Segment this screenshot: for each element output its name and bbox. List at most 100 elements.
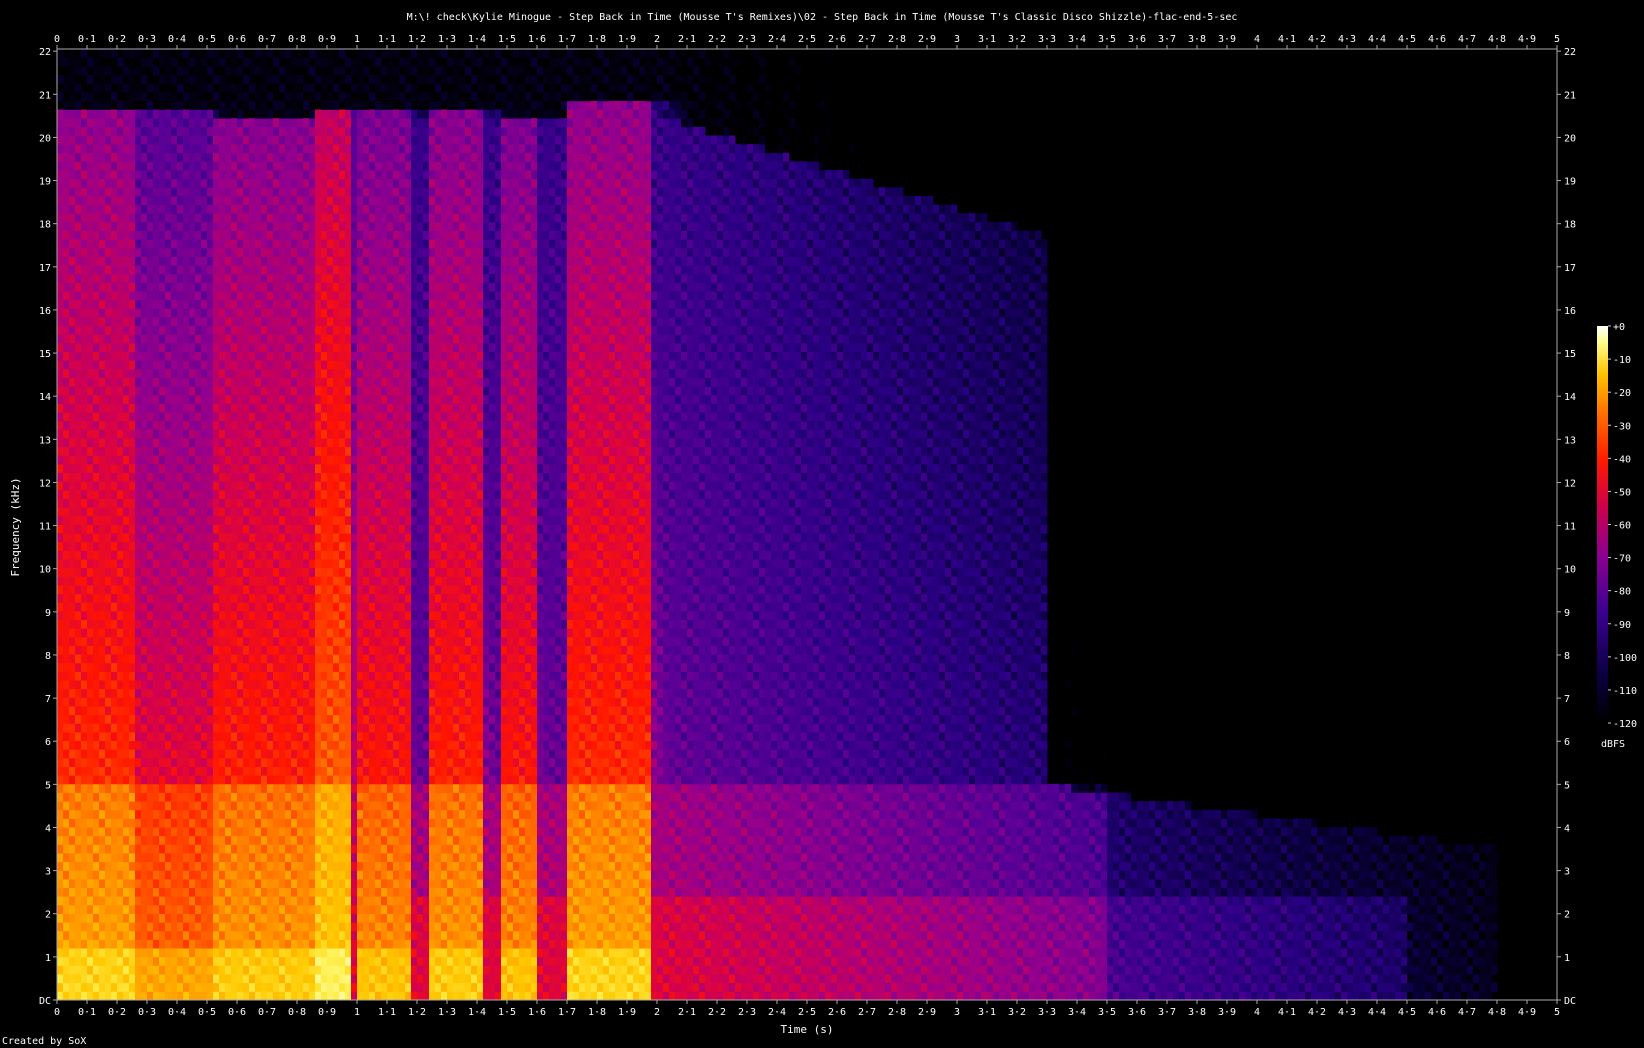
heatmap-cell — [213, 481, 220, 491]
heatmap-cell — [327, 809, 334, 819]
heatmap-cell — [81, 438, 88, 448]
heatmap-cell — [159, 92, 166, 102]
heatmap-cell — [87, 766, 94, 776]
heatmap-cell — [81, 92, 88, 102]
heatmap-cell — [141, 291, 148, 301]
heatmap-cell — [183, 671, 190, 681]
heatmap-cell — [75, 714, 82, 724]
heatmap-cell — [63, 463, 70, 474]
heatmap-cell — [219, 463, 226, 474]
heatmap-cell — [171, 498, 178, 508]
heatmap-cell — [177, 671, 184, 681]
heatmap-cell — [159, 412, 166, 422]
heatmap-cell — [201, 507, 208, 517]
heatmap-cell — [159, 221, 166, 231]
heatmap-cell — [147, 533, 154, 543]
heatmap-cell — [237, 723, 244, 733]
heatmap-cell — [231, 282, 238, 292]
heatmap-cell — [117, 221, 124, 231]
heatmap-cell — [231, 844, 238, 854]
heatmap-cell — [147, 783, 154, 793]
heatmap-cell — [129, 593, 136, 603]
heatmap-cell — [123, 49, 130, 59]
heatmap-cell — [177, 334, 184, 344]
heatmap-cell — [177, 697, 184, 707]
heatmap-cell — [219, 974, 226, 984]
heatmap-cell — [285, 965, 292, 975]
heatmap-cell — [231, 144, 238, 154]
heatmap-cell — [69, 135, 76, 145]
heatmap-cell — [309, 463, 316, 474]
heatmap-cell — [231, 360, 238, 370]
heatmap-cell — [207, 792, 214, 802]
heatmap-cell — [171, 576, 178, 586]
heatmap-cell — [195, 489, 202, 499]
heatmap-cell — [105, 723, 112, 733]
heatmap-cell — [105, 680, 112, 690]
heatmap-cell — [297, 74, 304, 84]
heatmap-cell — [297, 654, 304, 664]
heatmap-cell — [273, 282, 280, 292]
heatmap-cell — [135, 706, 142, 716]
heatmap-cell — [75, 135, 82, 145]
heatmap-cell — [327, 334, 334, 344]
heatmap-cell — [255, 334, 262, 344]
heatmap-cell — [129, 273, 136, 283]
heatmap-cell — [285, 412, 292, 422]
heatmap-cell — [171, 524, 178, 534]
heatmap-cell — [231, 66, 238, 76]
heatmap-cell — [75, 559, 82, 569]
heatmap-cell — [81, 913, 88, 923]
heatmap-cell — [129, 939, 136, 949]
heatmap-cell — [147, 170, 154, 180]
heatmap-cell — [327, 109, 334, 119]
heatmap-cell — [129, 342, 136, 352]
heatmap-cell — [273, 922, 280, 932]
heatmap-cell — [111, 809, 118, 819]
heatmap-cell — [225, 628, 232, 638]
heatmap-cell — [183, 161, 190, 171]
heatmap-cell — [309, 930, 316, 940]
heatmap-cell — [333, 991, 340, 1000]
heatmap-cell — [309, 507, 316, 517]
heatmap-cell — [315, 878, 322, 889]
heatmap-cell — [165, 870, 172, 880]
heatmap-cell — [207, 170, 214, 180]
heatmap-cell — [273, 178, 280, 188]
heatmap-cell — [123, 377, 130, 387]
heatmap-cell — [75, 195, 82, 206]
heatmap-cell — [93, 351, 100, 361]
heatmap-cell — [231, 870, 238, 880]
heatmap-cell — [291, 688, 298, 698]
heatmap-cell — [69, 438, 76, 448]
heatmap-cell — [243, 351, 250, 361]
heatmap-cell — [273, 429, 280, 439]
heatmap-cell — [183, 628, 190, 638]
heatmap-cell — [147, 342, 154, 352]
heatmap-cell — [111, 412, 118, 422]
heatmap-cell — [207, 412, 214, 422]
heatmap-cell — [123, 394, 130, 404]
heatmap-cell — [315, 170, 322, 180]
heatmap-cell — [237, 489, 244, 499]
heatmap-cell — [279, 567, 286, 577]
heatmap-cell — [333, 602, 340, 612]
heatmap-cell — [327, 602, 334, 612]
heatmap-cell — [231, 956, 238, 966]
heatmap-cell — [207, 671, 214, 681]
heatmap-cell — [93, 533, 100, 543]
heatmap-cell — [225, 706, 232, 716]
heatmap-cell — [93, 610, 100, 620]
heatmap-cell — [261, 230, 268, 240]
heatmap-cell — [111, 239, 118, 249]
heatmap-cell — [303, 731, 310, 742]
heatmap-cell — [81, 178, 88, 188]
heatmap-cell — [69, 74, 76, 84]
heatmap-cell — [201, 757, 208, 767]
heatmap-cell — [201, 524, 208, 534]
heatmap-cell — [57, 550, 64, 560]
heatmap-cell — [69, 291, 76, 301]
heatmap-cell — [87, 939, 94, 949]
heatmap-cell — [105, 559, 112, 569]
heatmap-cell — [285, 342, 292, 352]
